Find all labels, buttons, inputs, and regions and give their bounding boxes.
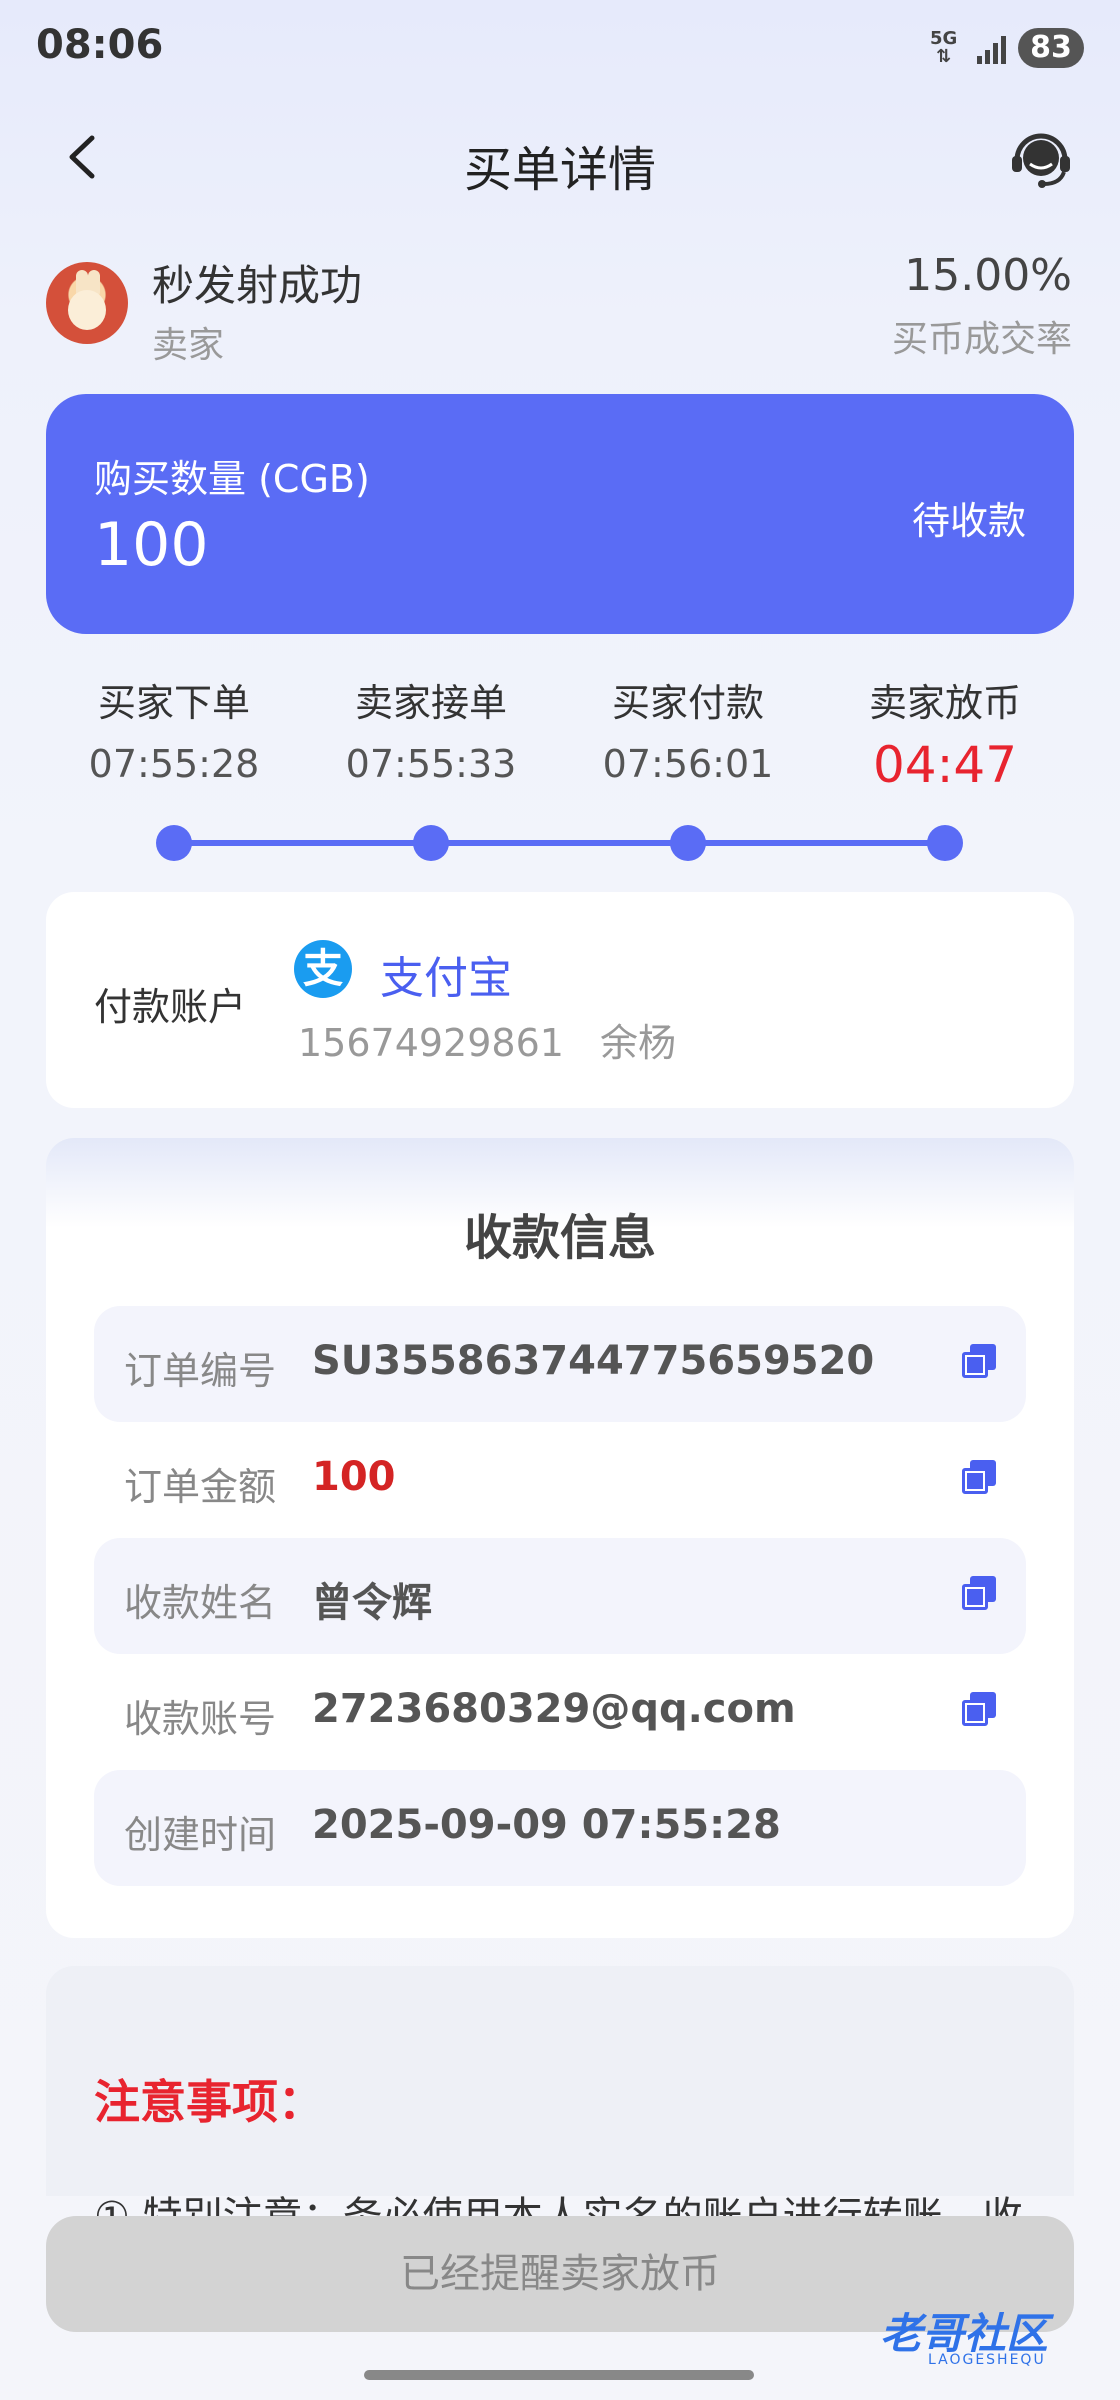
payee-account-row: 收款账号 2723680329@qq.com [94, 1654, 1026, 1770]
order-amount-value: 100 [312, 1454, 396, 1500]
page-title: 买单详情 [463, 142, 656, 198]
alipay-icon: 支 [294, 940, 352, 998]
status-time: 08:06 [36, 22, 164, 68]
quantity-card: 购买数量 (CGB) 100 待收款 [46, 394, 1074, 634]
payee-name-row: 收款姓名 曾令辉 [94, 1538, 1026, 1654]
progress-dot [413, 825, 449, 861]
payment-method: 支付宝 [380, 953, 512, 1004]
countdown-timer: 04:47 [872, 736, 1018, 794]
payee-account-value: 2723680329@qq.com [312, 1686, 796, 1732]
copy-icon[interactable] [962, 1344, 998, 1380]
copy-icon[interactable] [962, 1576, 998, 1612]
quantity-label: 购买数量 (CGB) [94, 457, 370, 501]
row-label: 收款账号 [124, 1697, 277, 1741]
row-label: 收款姓名 [124, 1581, 277, 1625]
order-number-value: SU355863744775659520 [312, 1338, 875, 1384]
collection-info-card: 收款信息 订单编号 SU355863744775659520 订单金额 100 … [46, 1138, 1074, 1938]
payment-account-holder: 余杨 [599, 1021, 676, 1065]
created-time-value: 2025-09-09 07:55:28 [312, 1802, 781, 1848]
step-label: 卖家放币 [868, 681, 1021, 725]
customer-service-icon[interactable] [1008, 124, 1074, 190]
payment-account-info: 15674929861 余杨 [298, 1012, 676, 1067]
trade-rate-label: 买币成交率 [891, 319, 1072, 360]
quantity-value: 100 [94, 510, 209, 580]
progress-line [174, 840, 946, 846]
notes-card: 注意事项： ① 特别注意：务必使用本人实名的账户进行转账，收 [46, 1966, 1074, 2240]
step-time: 07:56:01 [602, 742, 774, 786]
watermark-sub: LAOGESHEQU [928, 2352, 1046, 2368]
copy-icon[interactable] [962, 1460, 998, 1496]
row-label: 创建时间 [124, 1813, 277, 1857]
network-icon: 5G ⇅ [930, 28, 958, 67]
payment-account-label: 付款账户 [94, 985, 247, 1029]
row-label: 订单金额 [124, 1465, 277, 1509]
payment-account-number: 15674929861 [298, 1021, 564, 1065]
notes-title: 注意事项： [94, 2075, 324, 2129]
row-label: 订单编号 [124, 1349, 277, 1393]
order-status: 待收款 [911, 499, 1026, 543]
progress-dot [156, 825, 192, 861]
order-number-row: 订单编号 SU355863744775659520 [94, 1306, 1026, 1422]
step-label: 卖家接单 [354, 681, 507, 725]
seller-name: 秒发射成功 [152, 261, 363, 310]
progress-dot [670, 825, 706, 861]
step-time: 07:55:33 [345, 742, 517, 786]
home-indicator[interactable] [364, 2370, 754, 2380]
trade-rate-value: 15.00% [904, 250, 1072, 301]
seller-role: 卖家 [152, 325, 225, 366]
network-label: 5G [930, 28, 958, 49]
collection-info-title: 收款信息 [463, 1210, 656, 1266]
created-time-row: 创建时间 2025-09-09 07:55:28 [94, 1770, 1026, 1886]
signal-icon [977, 36, 1006, 64]
order-amount-row: 订单金额 100 [94, 1422, 1026, 1538]
step-label: 买家下单 [97, 681, 250, 725]
step-time: 07:55:28 [88, 742, 260, 786]
avatar [46, 262, 128, 344]
progress-dot [927, 825, 963, 861]
battery-indicator: 83 [1018, 28, 1084, 68]
step-label: 买家付款 [611, 681, 764, 725]
payment-account-card: 付款账户 支 支付宝 15674929861 余杨 [46, 892, 1074, 1108]
copy-icon[interactable] [962, 1692, 998, 1728]
payee-name-value: 曾令辉 [312, 1580, 432, 1626]
